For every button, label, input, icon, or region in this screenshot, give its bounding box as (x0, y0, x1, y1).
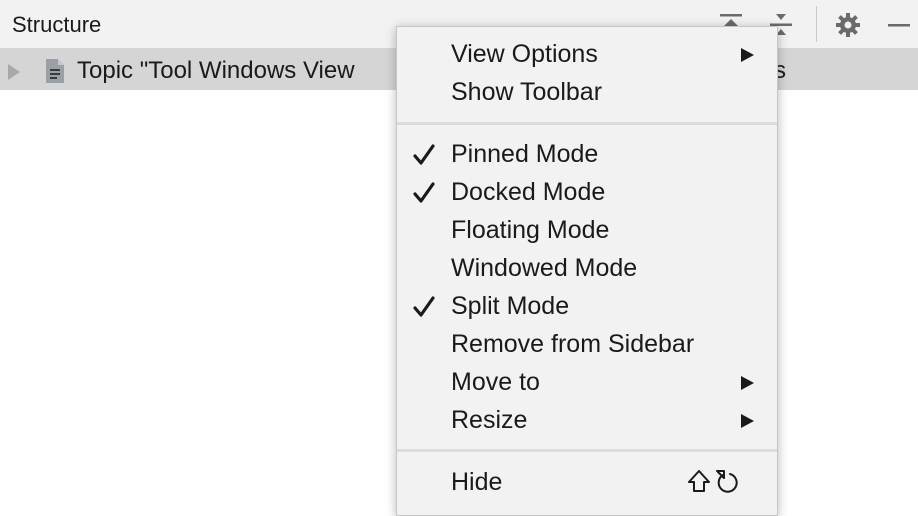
menu-item-label: Docked Mode (451, 178, 606, 206)
menu-item-label: Hide (451, 468, 503, 496)
menu-item-label: Resize (451, 406, 528, 434)
menu-item-split-mode[interactable]: Split Mode (397, 287, 777, 325)
menu-item-label: Show Toolbar (451, 78, 603, 106)
submenu-arrow-icon (739, 47, 755, 68)
menu-item-move-to[interactable]: Move to (397, 363, 777, 401)
submenu-arrow-icon (739, 413, 755, 434)
menu-item-docked-mode[interactable]: Docked Mode (397, 173, 777, 211)
tree-expand-icon[interactable] (6, 62, 22, 87)
menu-item-label: Windowed Mode (451, 254, 638, 282)
menu-item-resize[interactable]: Resize (397, 401, 777, 439)
menu-item-hide[interactable]: Hide (397, 463, 777, 501)
menu-item-floating-mode[interactable]: Floating Mode (397, 211, 777, 249)
context-menu: View Options Show Toolbar Pinned Mode Do… (396, 26, 778, 516)
file-icon (44, 58, 66, 89)
shift-escape-shortcut-icon (688, 470, 738, 493)
hide-shortcut (687, 469, 741, 500)
menu-item-windowed-mode[interactable]: Windowed Mode (397, 249, 777, 287)
menu-item-label: Remove from Sidebar (451, 330, 695, 358)
menu-separator (397, 449, 777, 452)
checkmark-icon (413, 296, 435, 323)
menu-item-show-toolbar[interactable]: Show Toolbar (397, 73, 777, 111)
menu-item-label: Pinned Mode (451, 140, 599, 168)
tool-window-title: Structure (12, 12, 102, 37)
menu-item-label: Move to (451, 368, 540, 396)
menu-item-label: View Options (451, 40, 598, 68)
submenu-arrow-icon (739, 375, 755, 396)
menu-item-remove-from-sidebar[interactable]: Remove from Sidebar (397, 325, 777, 363)
tree-node-label: Topic "Tool Windows View (77, 57, 355, 84)
header-separator (816, 6, 817, 42)
menu-item-pinned-mode[interactable]: Pinned Mode (397, 135, 777, 173)
checkmark-icon (413, 144, 435, 171)
menu-item-label: Split Mode (451, 292, 570, 320)
menu-item-view-options[interactable]: View Options (397, 35, 777, 73)
checkmark-icon (413, 182, 435, 209)
menu-item-label: Floating Mode (451, 216, 610, 244)
gear-icon[interactable] (833, 10, 863, 40)
menu-separator (397, 122, 777, 125)
minimize-icon[interactable] (884, 10, 914, 40)
